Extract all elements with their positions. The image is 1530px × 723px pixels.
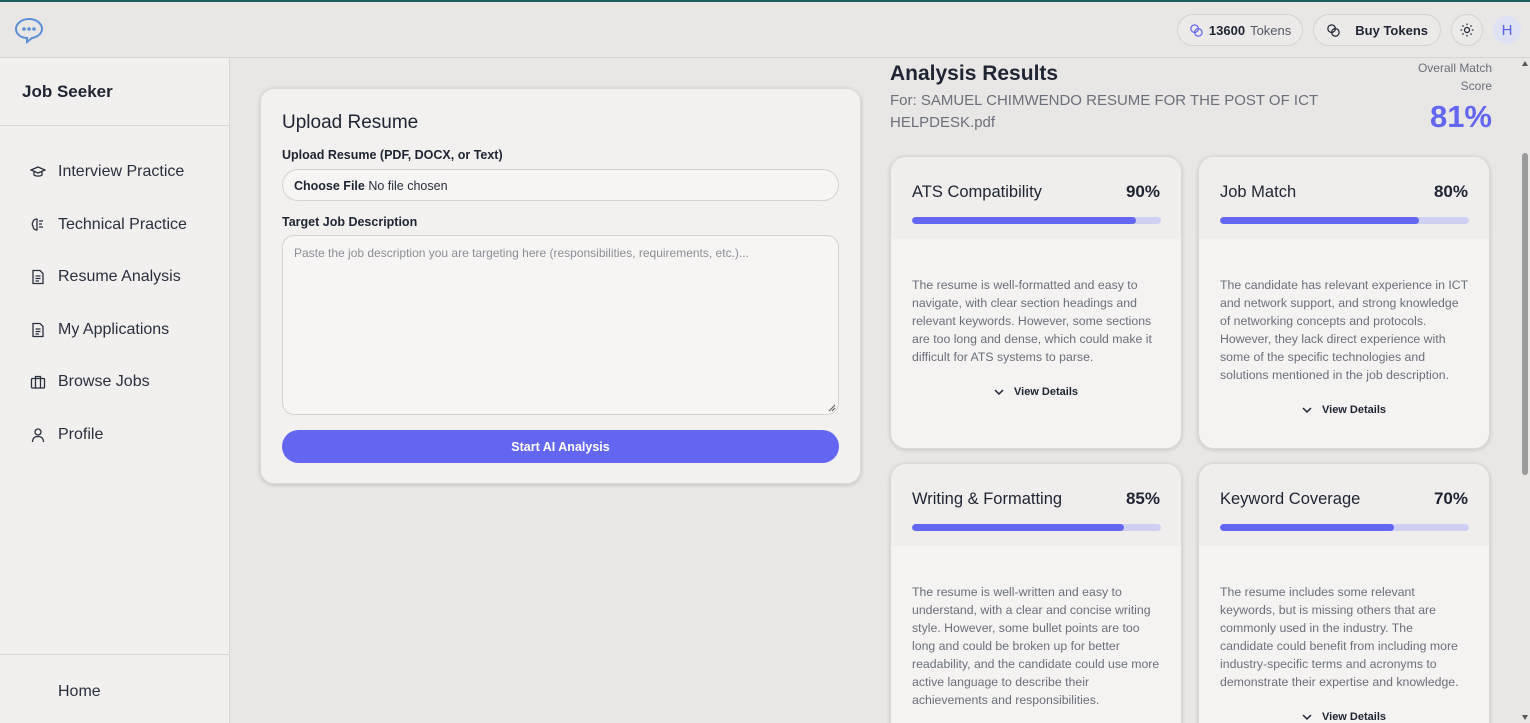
metric-card-ats-compatibility: ATS Compatibility 90% The resume is well… (890, 156, 1182, 449)
metric-value: 80% (1433, 182, 1468, 201)
scroll-up-icon[interactable] (1522, 61, 1528, 66)
metric-value: 85% (1125, 489, 1160, 508)
metric-progress-track (912, 524, 1161, 531)
document-icon (32, 270, 44, 285)
metric-name: Writing & Formatting (912, 490, 1063, 508)
metric-progress-track (1220, 217, 1469, 224)
resume-file-input[interactable]: Choose File No file chosen (282, 169, 839, 201)
metric-progress-fill (1220, 524, 1395, 531)
metric-progress-fill (1220, 217, 1420, 224)
metric-description: The resume is well-written and easy to u… (912, 585, 1160, 707)
sidebar-item-label: My Applications (58, 320, 170, 338)
metric-card-job-match: Job Match 80% The candidate has relevant… (1198, 156, 1490, 449)
no-file-text: No file chosen (368, 179, 448, 193)
scrollbar-thumb[interactable] (1522, 153, 1528, 475)
analysis-results-title: Analysis Results (890, 62, 1059, 85)
user-icon (31, 428, 45, 442)
sidebar-item-resume-analysis[interactable]: Resume Analysis (0, 251, 229, 304)
analysis-file-name: For: SAMUEL CHIMWENDO RESUME FOR THE POS… (890, 92, 1318, 131)
job-description-placeholder: Paste the job description you are target… (294, 246, 749, 260)
briefcase-icon (30, 376, 46, 389)
scroll-down-icon[interactable] (1522, 715, 1528, 720)
chevron-down-icon (994, 388, 1004, 395)
sidebar-title: Job Seeker (0, 58, 229, 126)
home-link[interactable]: Home (58, 683, 101, 701)
chevron-down-icon (1302, 406, 1312, 413)
sidebar-item-label: Browse Jobs (58, 373, 150, 391)
metric-name: Keyword Coverage (1220, 490, 1361, 508)
view-details-label: View Details (1322, 404, 1386, 416)
tokens-label: Tokens (1250, 22, 1292, 38)
sidebar: Job Seeker Interview Practice Technical … (0, 58, 230, 723)
view-details-button[interactable]: View Details (1199, 404, 1489, 416)
sidebar-item-technical-practice[interactable]: Technical Practice (0, 199, 229, 252)
file-upload-label: Upload Resume (PDF, DOCX, or Text) (282, 148, 503, 162)
sidebar-item-my-applications[interactable]: My Applications (0, 304, 229, 357)
buy-tokens-label: Buy Tokens (1355, 22, 1428, 38)
metric-card-keyword-coverage: Keyword Coverage 70% The resume includes… (1198, 463, 1490, 723)
coins-icon (1190, 23, 1203, 37)
upload-card-title: Upload Resume (282, 112, 419, 133)
resize-handle-icon[interactable] (828, 404, 836, 412)
logo-icon[interactable] (14, 16, 44, 44)
overall-match-label: Overall Match Score (1417, 61, 1492, 93)
metric-progress-track (1220, 524, 1469, 531)
theme-toggle-button[interactable] (1451, 14, 1483, 46)
metric-value: 90% (1125, 182, 1160, 201)
overall-match-score: 81% (1429, 99, 1492, 134)
tokens-count: 13600 (1208, 22, 1246, 38)
coins-icon (1327, 23, 1341, 37)
metric-progress-track (912, 217, 1161, 224)
upload-resume-card: Upload Resume Upload Resume (PDF, DOCX, … (260, 88, 861, 484)
sidebar-item-label: Interview Practice (58, 163, 185, 181)
metric-description: The resume includes some relevant keywor… (1220, 585, 1459, 689)
top-header: 13600 Tokens Buy Tokens H (0, 2, 1530, 58)
avatar[interactable]: H (1493, 16, 1521, 44)
sun-icon (1460, 23, 1474, 37)
view-details-label: View Details (1322, 711, 1386, 723)
start-analysis-button[interactable]: Start AI Analysis (282, 430, 839, 463)
document-icon (32, 322, 44, 337)
chevron-down-icon (1302, 713, 1312, 720)
metric-progress-fill (912, 217, 1137, 224)
sidebar-nav: Interview Practice Technical Practice Re… (0, 126, 229, 461)
graduation-cap-icon (30, 166, 46, 178)
metric-name: ATS Compatibility (912, 183, 1042, 201)
sidebar-item-label: Profile (58, 425, 104, 443)
buy-tokens-button[interactable]: Buy Tokens (1313, 14, 1441, 46)
sidebar-item-label: Resume Analysis (58, 268, 181, 286)
view-details-button[interactable]: View Details (891, 386, 1181, 398)
sidebar-footer: Home (0, 654, 229, 723)
choose-file-button[interactable]: Choose File (294, 179, 365, 193)
metric-card-writing-formatting: Writing & Formatting 85% The resume is w… (890, 463, 1182, 723)
sidebar-item-profile[interactable]: Profile (0, 409, 229, 462)
page-scrollbar[interactable] (1520, 58, 1530, 723)
job-description-label: Target Job Description (282, 215, 418, 229)
metric-value: 70% (1433, 489, 1468, 508)
sidebar-item-interview-practice[interactable]: Interview Practice (0, 146, 229, 199)
job-description-textarea[interactable]: Paste the job description you are target… (282, 235, 839, 415)
tokens-balance: 13600 Tokens (1176, 14, 1304, 46)
metric-name: Job Match (1220, 183, 1297, 201)
view-details-label: View Details (1014, 386, 1078, 398)
view-details-button[interactable]: View Details (1199, 711, 1489, 723)
metric-description: The candidate has relevant experience in… (1220, 278, 1468, 382)
brain-icon (31, 218, 43, 231)
metric-description: The resume is well-formatted and easy to… (912, 278, 1152, 364)
sidebar-item-label: Technical Practice (58, 215, 187, 233)
metric-progress-fill (912, 524, 1124, 531)
sidebar-item-browse-jobs[interactable]: Browse Jobs (0, 356, 229, 409)
